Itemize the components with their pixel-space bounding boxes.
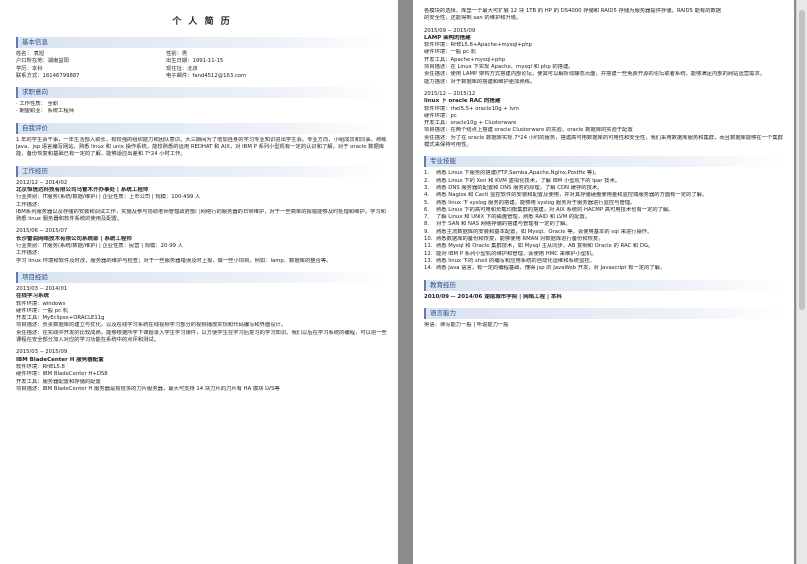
project-date: 2013/03 -- 2014/01: [16, 285, 68, 292]
section-basic-info-heading: 基本信息: [16, 37, 388, 48]
skill-item: 11. 熟悉 Mysql 和 Oracle 集群技术，如 Mysql 主从同步、A…: [424, 243, 654, 250]
basic-info-row: 学历：本科 现住址：北京: [16, 66, 388, 73]
project-date: 2015/09 -- 2015/09: [424, 27, 476, 34]
project-name: linux 下 oracle RAC 的搭建: [424, 98, 501, 105]
project-line: 软件环境：RHEL5.8+Apache+mysql+php: [424, 42, 532, 49]
project-entry: 2013/03 -- 2014/01 在线学习系统 软件环境：windows 硬…: [16, 286, 388, 344]
section-work-heading: 工作经历: [16, 165, 388, 177]
work-entry: 2015/06 -- 2015/07 长沙雷润网络技术有限公司系统部 | 系统工…: [16, 228, 388, 264]
section-intent-heading: 求职意向: [16, 87, 388, 99]
skill-item: 3. 熟悉 DNS 服务器的配置和 DNS 服务的原理，了解 CDN 缓存的技术。: [424, 184, 603, 191]
project-name: LAMP 架构的搭建: [424, 34, 471, 41]
basic-info-table: 姓名： 袁旭 性别：男 户口所在地：湖南益阳 出生日期：1991-11-15 学历：…: [16, 51, 388, 80]
work-entry: 2012/12 -- 2014/02 北京恒信达科技有限公司乌鲁木齐办事处 | …: [16, 180, 388, 224]
skills-list: 1. 熟悉 Linux 下服务的搭建(FTP,Samba,Apache,Nginx…: [424, 170, 786, 272]
project-line: 软件环境：RHEL5.8: [16, 363, 65, 370]
section-project-heading: 项目经验: [16, 271, 388, 283]
section-education-heading: 教育经历: [424, 279, 786, 291]
skill-item: 5. 熟悉 linux 下 syslog 服务的搭建，能够用 syslog 服务对…: [424, 199, 636, 206]
continued-text: 各模块的选择，库里一个最大可扩展 12 块 1TB 的 HP 的 DS4000 …: [424, 8, 722, 14]
document-page-right: 各模块的选择，库里一个最大可扩展 12 块 1TB 的 HP 的 DS4000 …: [413, 0, 794, 564]
skill-item: 2. 熟悉 Linux 下的 Xen 和 KVM 虚拟化技术，了解 IBM 小型机…: [424, 177, 621, 184]
skill-item: 14. 熟悉 Java 语言，有一定的编程基础，懂得 jsp 的 JavaWeb …: [424, 265, 666, 272]
project-line: 能力描述：对于数据库的搭建和维护更加熟练。: [424, 78, 536, 85]
basic-info-cell: 学历：本科: [16, 65, 43, 72]
section-self-eval-heading: 自我评价: [16, 122, 388, 134]
section-language-heading: 语言能力: [424, 307, 786, 319]
basic-info-cell: 联系方式：18146799887: [16, 72, 80, 79]
project-entry: 2015/09 -- 2015/09 LAMP 架构的搭建 软件环境：RHEL5…: [424, 28, 786, 86]
basic-info-row: 户口所在地：湖南益阳 出生日期：1991-11-15: [16, 58, 388, 65]
work-company: 长沙雷润网络技术有限公司系统部 | 系统工程师: [16, 235, 132, 242]
project-line: 责任描述：使用 LAMP 架构方式搭建内部论坛，使其可以解析动静态页面，并搭建一…: [424, 71, 765, 78]
project-line: 项目描述：在两个结点上搭建 oracle Clusterware 的实验，ora…: [424, 127, 633, 134]
education-line: 2010/09 -- 2014/06 湖南城市学院 | 网络工程 | 本科: [424, 293, 562, 300]
project-name: IBM BladeCenter H 服务器配置: [16, 356, 104, 363]
project-name: 在线学习系统: [16, 293, 50, 300]
project-line: 项目描述：在 Linux 下实现 Apache、mysql 和 php 的搭建。: [424, 64, 574, 71]
basic-info-cell: 出生日期：1991-11-15: [166, 58, 224, 65]
skill-item: 7. 了解 Linux 和 UNIX 下的磁盘管理，熟悉 RAID 和 LVM 的…: [424, 214, 591, 221]
project-line: 责任描述：为了在 oracle 数据库实现 7*24 小时的服务，搭建高可用数据…: [424, 134, 783, 149]
skill-item: 1. 熟悉 Linux 下服务的搭建(FTP,Samba,Apache,Nginx…: [424, 170, 600, 177]
skill-item: 13. 熟悉 linux 下的 shell 的编写和应用系统的自动化运维和系统监控…: [424, 257, 595, 264]
self-eval-text: 1 年的学生会干事，一年生活部入职长，有较强的组织能力和团队意识。大三期间为了增…: [16, 136, 387, 158]
resume-title: 个 人 简 历: [172, 17, 232, 27]
work-meta: 行业类别：IT服务(系统/数据/维护) | 企业性质：民营 | 规模：20-99…: [16, 243, 184, 250]
project-line: 软件环境：rhel5.5+ oracle10g + lvm: [424, 105, 520, 112]
basic-info-cell: 户口所在地：湖南益阳: [16, 58, 69, 65]
work-duty-label: 工作描述：: [16, 250, 43, 257]
basic-info-cell: 电子邮件：fand4512@163.com: [166, 72, 247, 79]
project-date: 2015/12 -- 2015/12: [424, 90, 476, 97]
skill-item: 6. 熟悉 Linux 下的高可用和负载均衡集群的搭建，对 AIX 系统的 HAC…: [424, 206, 674, 213]
work-meta: 行业类别：IT服务(系统/数据/维护) | 企业性质：上市公司 | 规模：100…: [16, 194, 201, 201]
work-date: 2012/12 -- 2014/02: [16, 179, 68, 186]
skill-item: 8. 对于 SAN 和 NAS 网络存储的搭建与管理有一定的了解。: [424, 221, 571, 228]
project-line: 开发工具：MyEclipse+ORACLE11g: [16, 315, 105, 322]
project-line: 责任描述：在实践中开发的比较成熟，能够根据所学下课题录入学生学习课件，以方便学生…: [16, 329, 387, 344]
work-description: IBM系列服务器以及存储的安装和调试工作，实施及参与协助老师管理政府部门网络行的…: [16, 208, 386, 223]
project-line: 项目描述：负责数据库的建立与优化，以及在线学习系统在线视频学习部分的视频播放实现…: [16, 322, 287, 329]
project-line: 软件环境：windows: [16, 300, 66, 307]
vertical-scrollbar[interactable]: [796, 0, 807, 564]
skill-item: 10. 熟悉数据库的备份和恢复，能够使用 RMAN 对数据库进行备份和恢复。: [424, 236, 604, 243]
document-page-left: 个 人 简 历 基本信息 姓名： 袁旭 性别：男 户口所在地：湖南益阳 出生日期：1…: [0, 0, 398, 564]
project-line: 硬件环境：pc: [424, 112, 457, 119]
work-description: 学习 linux 环境和软件及时改，服务器的维护与检查；对于一些服务器错误及时上…: [16, 257, 332, 264]
project-entry: 2015/12 -- 2015/12 linux 下 oracle RAC 的搭…: [424, 91, 786, 149]
continued-text: 的安全性，还能得到 san 的维护和升级。: [424, 15, 522, 22]
basic-info-cell: 现住址：北京: [166, 65, 198, 72]
intent-item: · 期望职业： 系统工程师: [16, 108, 75, 115]
project-date: 2015/03 -- 2015/09: [16, 349, 68, 356]
project-line: 硬件环境：一般 pc 机: [424, 49, 477, 56]
language-line: 英语：读写能力一般 | 听说能力一般: [424, 321, 509, 328]
skill-item: 12. 能对 IBM P 系列小型机的维护和管理，会使用 HMC 来维护小型机。: [424, 250, 597, 257]
project-entry: 2015/03 -- 2015/09 IBM BladeCenter H 服务器…: [16, 349, 388, 393]
project-line: 硬件环境：一般 pc 机: [16, 307, 69, 314]
skill-item: 9. 熟悉主流数据库的安装和基本配置，如 Mysql、Oracle 等，会使用基本…: [424, 228, 653, 235]
intent-item: · 工作性质： 全职: [16, 101, 59, 108]
project-line: 开发工具：服务器配置和存储的配置: [16, 378, 101, 385]
scrollbar-thumb[interactable]: [799, 10, 805, 310]
project-line: 项目描述：IBM BladeCenter H 服务器是有很多的刀片服务器，最大可…: [16, 385, 280, 392]
section-skills-heading: 专业技能: [424, 156, 786, 168]
skill-item: 4. 熟悉 Nagios 和 Cacti 监控软件的安装和配置及使用，并对其存储硬…: [424, 192, 708, 199]
work-duty-label: 工作描述：: [16, 201, 43, 208]
work-company: 北京恒信达科技有限公司乌鲁木齐办事处 | 系统工程师: [16, 186, 149, 193]
project-line: 开发工具：oracle10g + Clusterware: [424, 120, 517, 127]
work-date: 2015/06 -- 2015/07: [16, 228, 68, 235]
project-line: 硬件环境：IBM BladeCenter H+DS8: [16, 371, 108, 378]
basic-info-row: 联系方式：18146799887 电子邮件：fand4512@163.com: [16, 73, 388, 80]
project-line: 开发工具：Apache+mysql+php: [424, 56, 506, 63]
